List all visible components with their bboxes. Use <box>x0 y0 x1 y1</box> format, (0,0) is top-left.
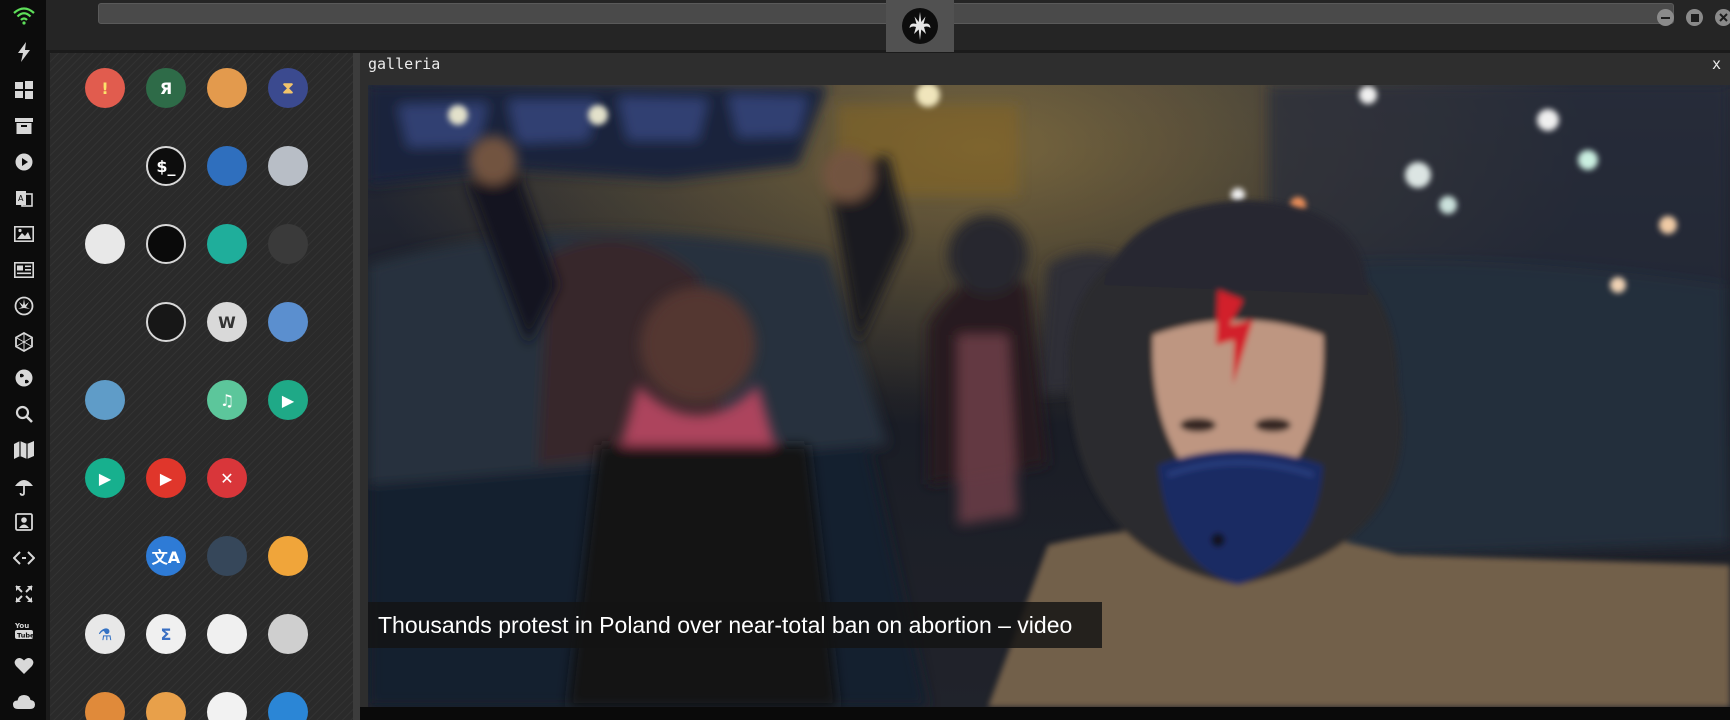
close-circle-app-icon[interactable]: ✕ <box>207 458 247 498</box>
prompt-arrow-app-icon[interactable] <box>85 146 125 186</box>
calculator-app-icon[interactable] <box>207 536 247 576</box>
wifi-icon[interactable] <box>12 4 36 28</box>
svg-text:A: A <box>18 194 24 203</box>
top-bar <box>46 0 1730 52</box>
app-launcher-panel: ! Я ⧗ $_ W ♫ ▶ ▶ ▶ ✕ 文A ⚗ Σ <box>50 53 353 720</box>
chemistry-flask-app-icon[interactable]: ⚗ <box>85 614 125 654</box>
cloud-terminal-app-icon[interactable] <box>146 224 186 264</box>
screenshot-app-icon[interactable] <box>268 536 308 576</box>
image-icon[interactable] <box>12 222 36 246</box>
globe-app-icon[interactable] <box>207 146 247 186</box>
hourglass-app-icon[interactable]: ⧗ <box>268 68 308 108</box>
magnifier-app-icon[interactable] <box>207 68 247 108</box>
umbrella-icon[interactable] <box>12 474 36 498</box>
youtube-player-app-icon[interactable]: ▶ <box>146 458 186 498</box>
cloud-icon[interactable] <box>12 690 36 714</box>
github-app-icon[interactable] <box>268 224 308 264</box>
windows-icon[interactable] <box>12 78 36 102</box>
play-icon[interactable] <box>12 150 36 174</box>
terminal-app-icon[interactable]: $_ <box>146 146 186 186</box>
translate-book-icon[interactable]: A <box>12 186 36 210</box>
contact-icon[interactable] <box>12 510 36 534</box>
image-viewer-app-icon[interactable] <box>146 692 186 720</box>
ironman-app-icon[interactable] <box>268 458 308 498</box>
world-map-app-icon[interactable] <box>268 302 308 342</box>
minimize-icon[interactable] <box>1657 9 1674 26</box>
close-icon[interactable] <box>1715 9 1730 26</box>
rebel-icon[interactable] <box>12 294 36 318</box>
death-star-app-icon[interactable] <box>146 302 186 342</box>
vscode-app-icon[interactable] <box>268 692 308 720</box>
dock: A You Tube <box>0 0 46 720</box>
document-app-icon[interactable] <box>146 380 186 420</box>
rebel-alliance-icon[interactable] <box>886 0 954 52</box>
photo-caption: Thousands protest in Poland over near-to… <box>368 602 1102 648</box>
svg-text:You: You <box>14 622 29 630</box>
hexagon-icon[interactable] <box>12 330 36 354</box>
gallery-window: galleria x Thousands protest in Poland o… <box>360 53 1730 720</box>
fullscreen-icon[interactable] <box>12 582 36 606</box>
gallery-title: galleria <box>368 55 441 73</box>
panel-splitter[interactable] <box>353 53 360 720</box>
starfleet-app-icon[interactable] <box>85 302 125 342</box>
map-icon[interactable] <box>12 438 36 462</box>
archive-icon[interactable] <box>12 114 36 138</box>
lightning-icon[interactable] <box>12 40 36 64</box>
code-icon[interactable] <box>12 546 36 570</box>
newspaper-icon[interactable] <box>12 258 36 282</box>
presentation-app-icon[interactable] <box>207 692 247 720</box>
server-app-icon[interactable] <box>268 146 308 186</box>
binary-file-app-icon[interactable] <box>207 614 247 654</box>
svg-text:Tube: Tube <box>17 632 34 640</box>
youtube-icon[interactable]: You Tube <box>12 618 36 642</box>
wikipedia-app-icon[interactable]: W <box>207 302 247 342</box>
heart-icon[interactable] <box>12 654 36 678</box>
c3po-app-icon[interactable] <box>85 536 125 576</box>
text-editor-app-icon[interactable] <box>268 614 308 654</box>
yandex-app-icon[interactable]: Я <box>146 68 186 108</box>
sigma-math-app-icon[interactable]: Σ <box>146 614 186 654</box>
browser-window-app-icon[interactable] <box>85 224 125 264</box>
media-player-app-icon[interactable]: ▶ <box>85 458 125 498</box>
translate-app-icon[interactable]: 文A <box>146 536 186 576</box>
cloud-lock-app-icon[interactable] <box>207 224 247 264</box>
globe-icon[interactable] <box>12 366 36 390</box>
books-app-icon[interactable] <box>85 380 125 420</box>
gallery-close-button[interactable]: x <box>1712 55 1721 73</box>
maximize-icon[interactable] <box>1686 9 1703 26</box>
gallery-bottom-strip <box>360 707 1730 720</box>
music-app-icon[interactable]: ♫ <box>207 380 247 420</box>
gallery-photo[interactable]: Thousands protest in Poland over near-to… <box>368 85 1730 707</box>
warning-app-icon[interactable]: ! <box>85 68 125 108</box>
video-app-icon[interactable]: ▶ <box>268 380 308 420</box>
document-orange-app-icon[interactable] <box>85 692 125 720</box>
search-icon[interactable] <box>12 402 36 426</box>
